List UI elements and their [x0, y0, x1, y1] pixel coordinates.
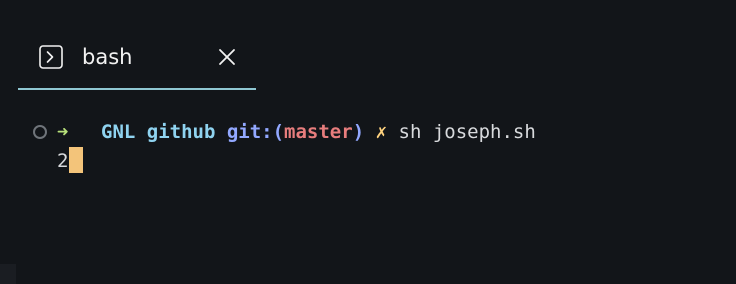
git-branch: master	[284, 121, 353, 143]
git-label-open: git:(	[226, 121, 285, 143]
dirty-marker: ✗	[375, 121, 388, 143]
terminal-output-area[interactable]: ➜ GNL github git:(master) ✗ sh joseph.sh…	[0, 92, 736, 284]
prompt-line: ➜ GNL github git:(master) ✗ sh joseph.sh	[0, 120, 736, 144]
status-circle-icon	[33, 125, 47, 139]
tab-bar: bash	[0, 0, 736, 92]
scroll-corner	[0, 264, 16, 284]
text-cursor	[69, 147, 84, 173]
tab-label: bash	[82, 45, 133, 69]
terminal-window: bash ➜ GNL github git:(master) ✗ sh jose…	[0, 0, 736, 284]
output-text: 2	[57, 150, 69, 172]
tab-bash[interactable]: bash	[18, 38, 256, 90]
git-label-close: )	[352, 121, 365, 143]
terminal-prompt-icon	[39, 45, 63, 69]
prompt-arrow-icon: ➜	[57, 121, 69, 143]
prompt-directory: GNL github	[101, 121, 216, 143]
close-icon[interactable]	[217, 47, 237, 67]
output-line: 2	[57, 147, 84, 175]
prompt-text: GNL github git:(master) ✗ sh joseph.sh	[101, 120, 536, 144]
command-text: sh joseph.sh	[398, 121, 536, 143]
